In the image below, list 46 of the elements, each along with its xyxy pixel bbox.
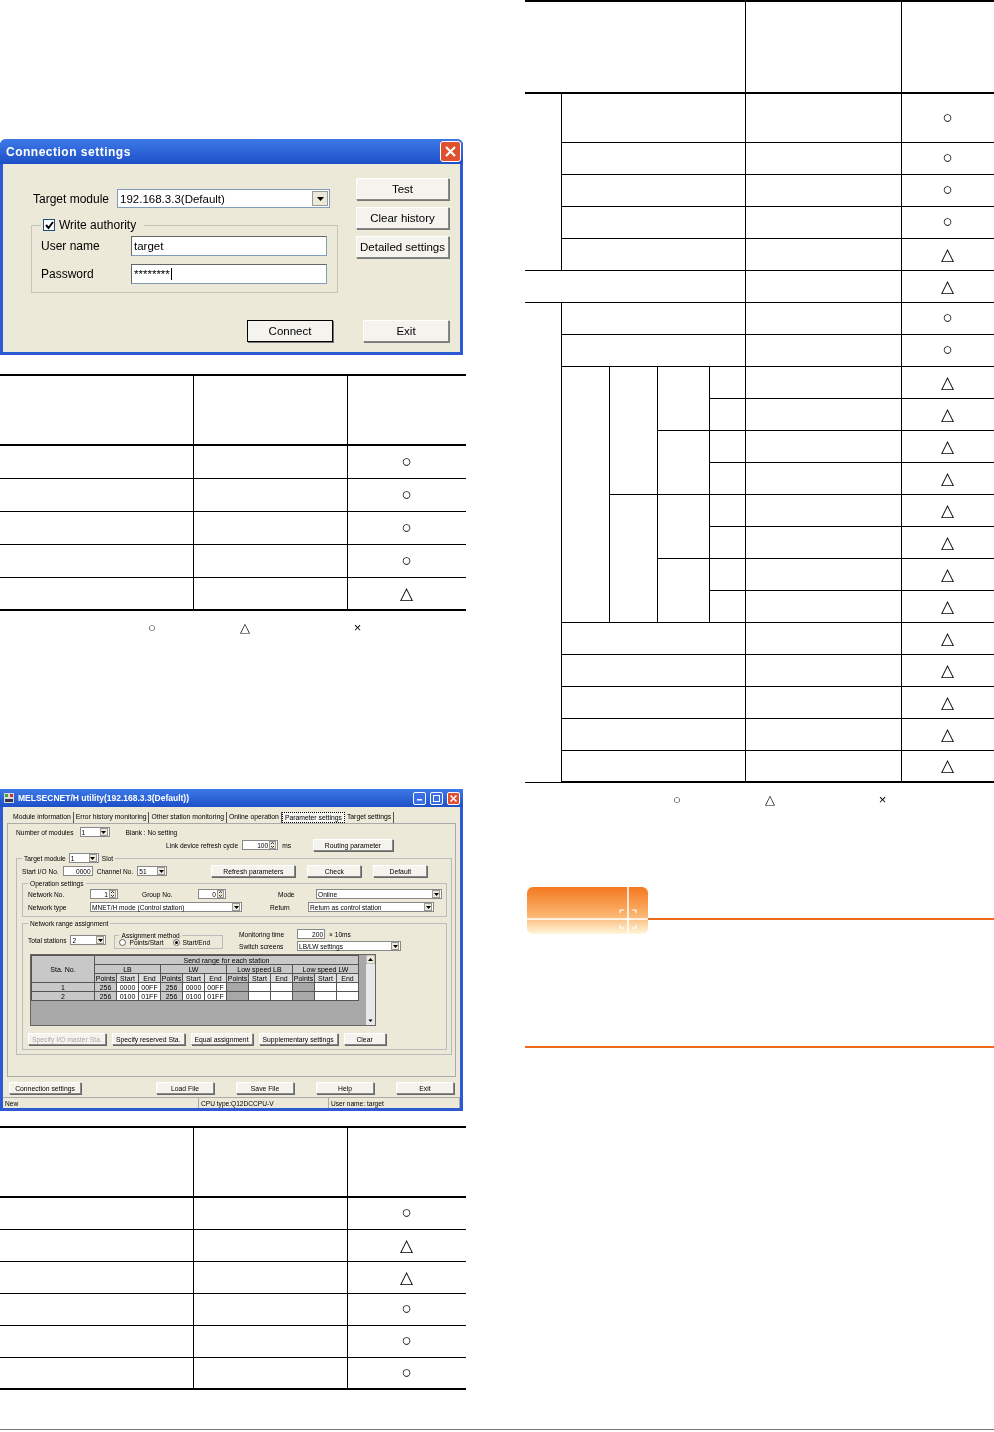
text-cursor [170,268,172,280]
dialog-button[interactable]: Test [356,178,449,200]
legend-symbol: × [353,619,362,635]
maximize-button[interactable] [430,791,443,805]
dialog-button[interactable]: Detailed settings [356,236,449,258]
spinner-icon [109,890,116,898]
close-icon [445,146,456,157]
legend-symbol: ○ [673,791,681,807]
close-icon [450,794,457,802]
field-label: User name [41,239,101,253]
close-button[interactable] [440,141,461,162]
caret-icon [391,942,400,950]
field-label: Target module [33,191,110,206]
window-title: MELSECNET/H utility(192.168.3.3(Default)) [18,793,190,803]
scrollbar[interactable] [366,955,375,1025]
legend-symbol: △ [239,619,250,635]
close-button[interactable] [447,791,460,805]
spinner-icon [217,890,224,898]
caret-icon [312,191,329,206]
field-label: Password [41,267,95,281]
caret-icon [157,867,166,875]
window-title: Connection settings [6,144,131,159]
caret-icon [432,890,440,898]
caret-icon [232,903,240,911]
up-arrow-icon[interactable] [366,955,375,964]
target-module-dropdown[interactable]: 192.168.3.3(Default) [117,189,331,208]
legend-symbol: ○ [148,619,156,635]
radio-button[interactable] [172,938,180,946]
app-icon [4,793,14,803]
radio-button[interactable] [119,938,127,946]
dialog-button[interactable]: Clear history [356,207,449,229]
minimize-button[interactable] [413,791,426,805]
password-field[interactable]: ******** [131,264,327,284]
caret-icon [424,903,432,911]
checkbox[interactable] [43,219,55,231]
spinner-icon [269,841,277,849]
dialog-button[interactable]: Exit [363,320,449,342]
maximize-icon [433,794,440,802]
caret-icon [96,936,105,944]
checkbox-label: Write authority [59,218,137,232]
user-name-field[interactable]: target [131,236,327,256]
dialog-button[interactable]: Connect [247,320,333,342]
caret-icon [99,828,108,836]
legend-symbol: × [878,791,887,807]
caret-icon [88,854,97,862]
legend-symbol: △ [764,791,775,807]
